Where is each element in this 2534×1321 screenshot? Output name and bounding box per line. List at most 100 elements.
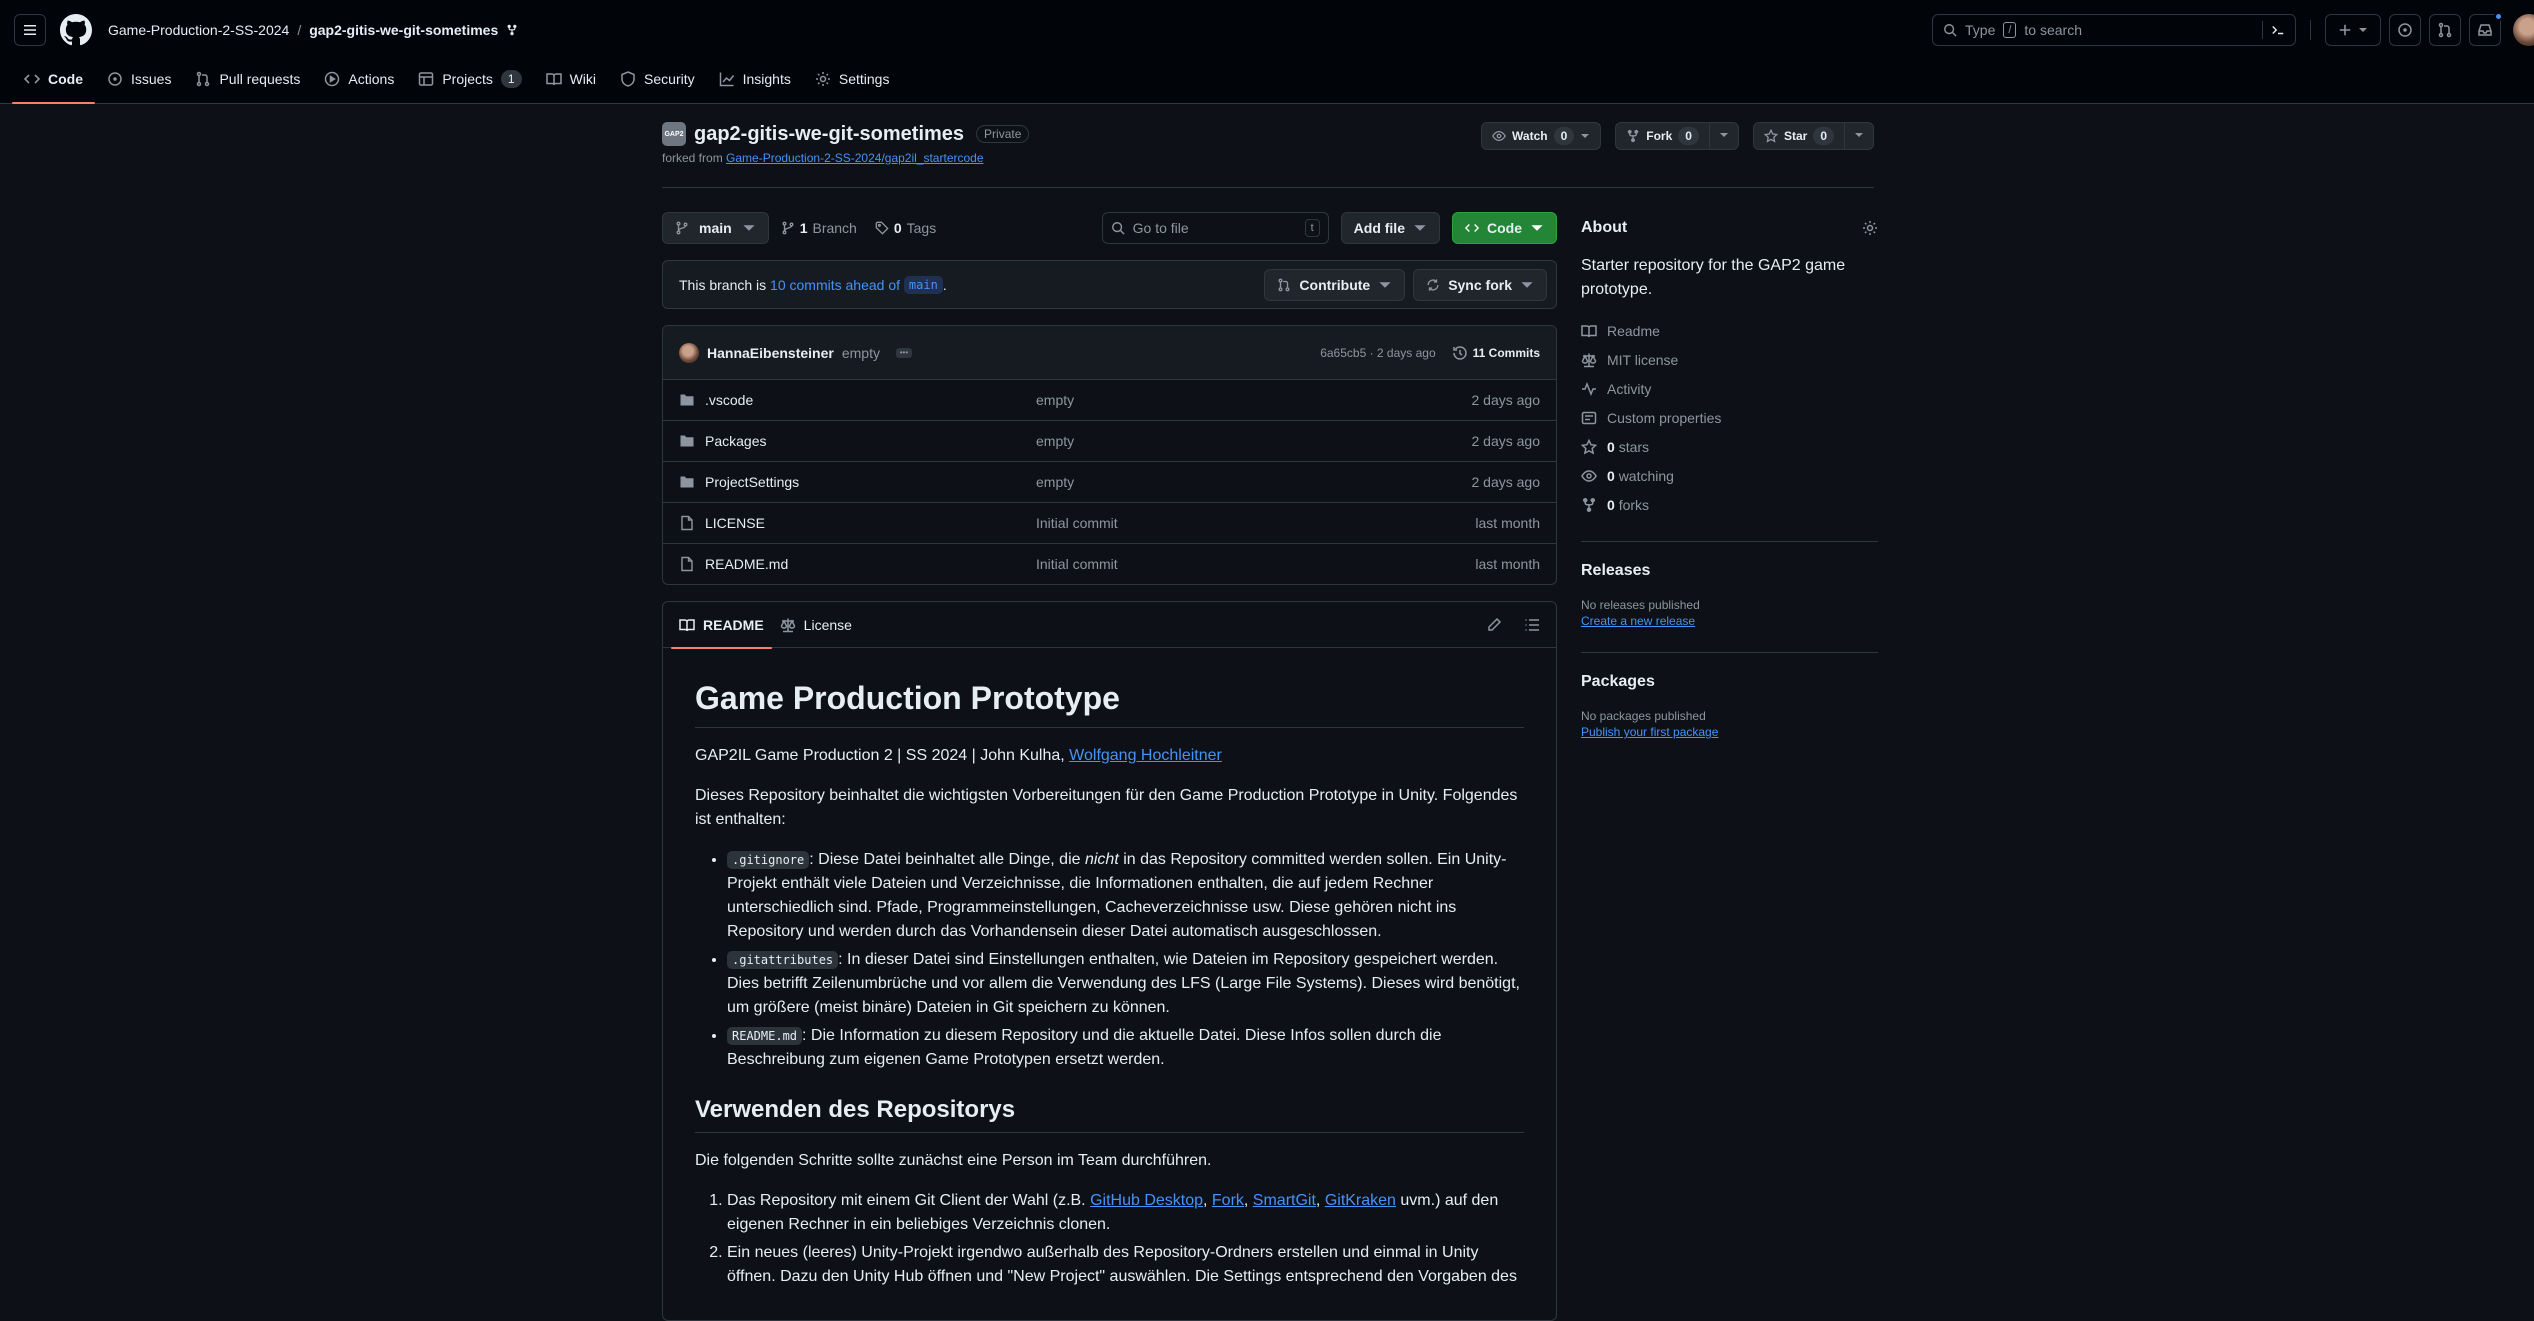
gear-icon[interactable]: [1862, 220, 1878, 236]
tab-wiki[interactable]: Wiki: [534, 55, 608, 103]
table-row[interactable]: README.md Initial commit last month: [663, 543, 1556, 584]
tab-projects[interactable]: Projects 1: [406, 55, 533, 103]
tab-security[interactable]: Security: [608, 55, 707, 103]
go-to-file-input[interactable]: Go to file t: [1101, 212, 1329, 244]
star-button[interactable]: Star 0: [1754, 123, 1845, 149]
contribute-button[interactable]: Contribute: [1264, 268, 1406, 301]
command-palette-icon[interactable]: [2271, 23, 2285, 37]
search-input[interactable]: Type / to search: [1932, 14, 2296, 46]
branches-count: 1: [799, 220, 808, 236]
tab-issues[interactable]: Issues: [95, 55, 183, 103]
stars-link[interactable]: 0 stars: [1581, 432, 1878, 461]
code-button[interactable]: Code: [1452, 212, 1557, 244]
file-commit-message[interactable]: empty: [1036, 474, 1472, 490]
tab-code[interactable]: Code: [12, 55, 95, 104]
commit-hash[interactable]: 6a65cb5: [1320, 346, 1366, 360]
create-release-link[interactable]: Create a new release: [1581, 614, 1878, 628]
add-file-button[interactable]: Add file: [1340, 212, 1440, 244]
license-tab[interactable]: License: [772, 602, 860, 648]
file-icon: [679, 556, 695, 572]
pull-request-icon: [1278, 278, 1290, 291]
issues-button[interactable]: [2389, 14, 2421, 46]
branch-ahead-banner: This branch is 10 commits ahead of main …: [662, 260, 1557, 309]
gitkraken-link[interactable]: GitKraken: [1325, 1192, 1396, 1209]
file-commit-message[interactable]: Initial commit: [1036, 515, 1475, 531]
smartgit-link[interactable]: SmartGit: [1253, 1192, 1316, 1209]
file-name[interactable]: README.md: [705, 556, 1036, 572]
inbox-button[interactable]: [2469, 12, 2503, 46]
byline-text: GAP2IL Game Production 2 | SS 2024 | Joh…: [695, 747, 1070, 764]
github-desktop-link[interactable]: GitHub Desktop: [1090, 1192, 1203, 1209]
readme-link[interactable]: Readme: [1581, 316, 1878, 345]
file-commit-message[interactable]: empty: [1036, 392, 1472, 408]
search-placeholder-suffix: to search: [2024, 22, 2083, 38]
ahead-link[interactable]: 10 commits ahead of: [770, 277, 900, 293]
branch-select[interactable]: main: [662, 212, 769, 244]
pencil-icon[interactable]: [1486, 617, 1502, 633]
commit-expand-button[interactable]: •••: [895, 347, 912, 358]
inline-code: .gitattributes: [727, 951, 839, 969]
header-owner-link[interactable]: Game-Production-2-SS-2024: [108, 22, 289, 38]
license-link[interactable]: MIT license: [1581, 345, 1878, 374]
folder-icon: [679, 392, 695, 408]
commits-link[interactable]: 11 Commits: [1452, 345, 1540, 361]
custom-properties-link[interactable]: Custom properties: [1581, 403, 1878, 432]
search-icon: [1111, 222, 1125, 235]
tab-pull-requests[interactable]: Pull requests: [183, 55, 312, 103]
repo-avatar[interactable]: GAP2: [662, 122, 686, 146]
table-row[interactable]: Packages empty 2 days ago: [663, 420, 1556, 461]
create-new-button[interactable]: [2325, 14, 2381, 46]
avatar[interactable]: [2513, 14, 2534, 46]
tab-projects-label: Projects: [442, 71, 493, 87]
commit-author[interactable]: HannaEibensteiner: [707, 345, 834, 361]
packages-title[interactable]: Packages: [1581, 673, 1878, 691]
author-avatar[interactable]: [679, 342, 699, 363]
ahead-branch[interactable]: main: [903, 275, 943, 294]
projects-count: 1: [500, 70, 522, 88]
readme-tab[interactable]: README: [671, 602, 772, 649]
forked-from-link[interactable]: Game-Production-2-SS-2024/gap2il_starter…: [726, 151, 983, 165]
branches-link[interactable]: 1 Branch: [781, 220, 857, 236]
star-label: Star: [1783, 129, 1808, 143]
fork-button[interactable]: Fork 0: [1616, 123, 1710, 149]
file-time: 2 days ago: [1471, 474, 1541, 490]
activity-link[interactable]: Activity: [1581, 374, 1878, 403]
list-icon[interactable]: [1524, 617, 1540, 633]
watch-label: Watch: [1512, 129, 1548, 143]
tab-actions-label: Actions: [348, 71, 395, 87]
file-name[interactable]: .vscode: [705, 392, 1036, 408]
watching-label: watching: [1618, 467, 1674, 484]
about-description: Starter repository for the GAP2 game pro…: [1581, 257, 1846, 298]
tab-insights[interactable]: Insights: [707, 55, 803, 103]
menu-icon[interactable]: [14, 14, 46, 46]
commit-message[interactable]: empty: [842, 345, 880, 361]
github-logo-icon[interactable]: [60, 14, 92, 46]
tab-settings[interactable]: Settings: [803, 55, 902, 103]
repo-title[interactable]: gap2-gitis-we-git-sometimes: [694, 123, 964, 146]
file-commit-message[interactable]: empty: [1036, 433, 1472, 449]
watch-button[interactable]: Watch 0: [1481, 122, 1602, 150]
sync-fork-button[interactable]: Sync fork: [1413, 268, 1547, 301]
tab-actions[interactable]: Actions: [312, 55, 406, 103]
law-icon: [780, 618, 795, 632]
file-name[interactable]: LICENSE: [705, 515, 1036, 531]
table-row[interactable]: ProjectSettings empty 2 days ago: [663, 461, 1556, 502]
contribute-label: Contribute: [1299, 276, 1371, 293]
fork-dropdown[interactable]: [1710, 129, 1738, 143]
tags-link[interactable]: 0 Tags: [875, 220, 936, 236]
chevron-down-icon: [1414, 225, 1426, 231]
releases-title[interactable]: Releases: [1581, 562, 1878, 580]
file-name[interactable]: ProjectSettings: [705, 474, 1036, 490]
star-dropdown[interactable]: [1845, 129, 1873, 143]
watching-link[interactable]: 0 watching: [1581, 461, 1878, 490]
byline-link[interactable]: Wolfgang Hochleitner: [1069, 747, 1222, 764]
file-name[interactable]: Packages: [705, 433, 1036, 449]
forks-link[interactable]: 0 forks: [1581, 490, 1878, 519]
table-row[interactable]: LICENSE Initial commit last month: [663, 502, 1556, 543]
table-row[interactable]: .vscode empty 2 days ago: [663, 379, 1556, 420]
file-commit-message[interactable]: Initial commit: [1036, 556, 1475, 572]
pull-requests-button[interactable]: [2429, 14, 2461, 46]
header-repo-link[interactable]: gap2-gitis-we-git-sometimes: [309, 22, 498, 38]
publish-package-link[interactable]: Publish your first package: [1581, 725, 1878, 739]
fork-link[interactable]: Fork: [1212, 1192, 1244, 1209]
